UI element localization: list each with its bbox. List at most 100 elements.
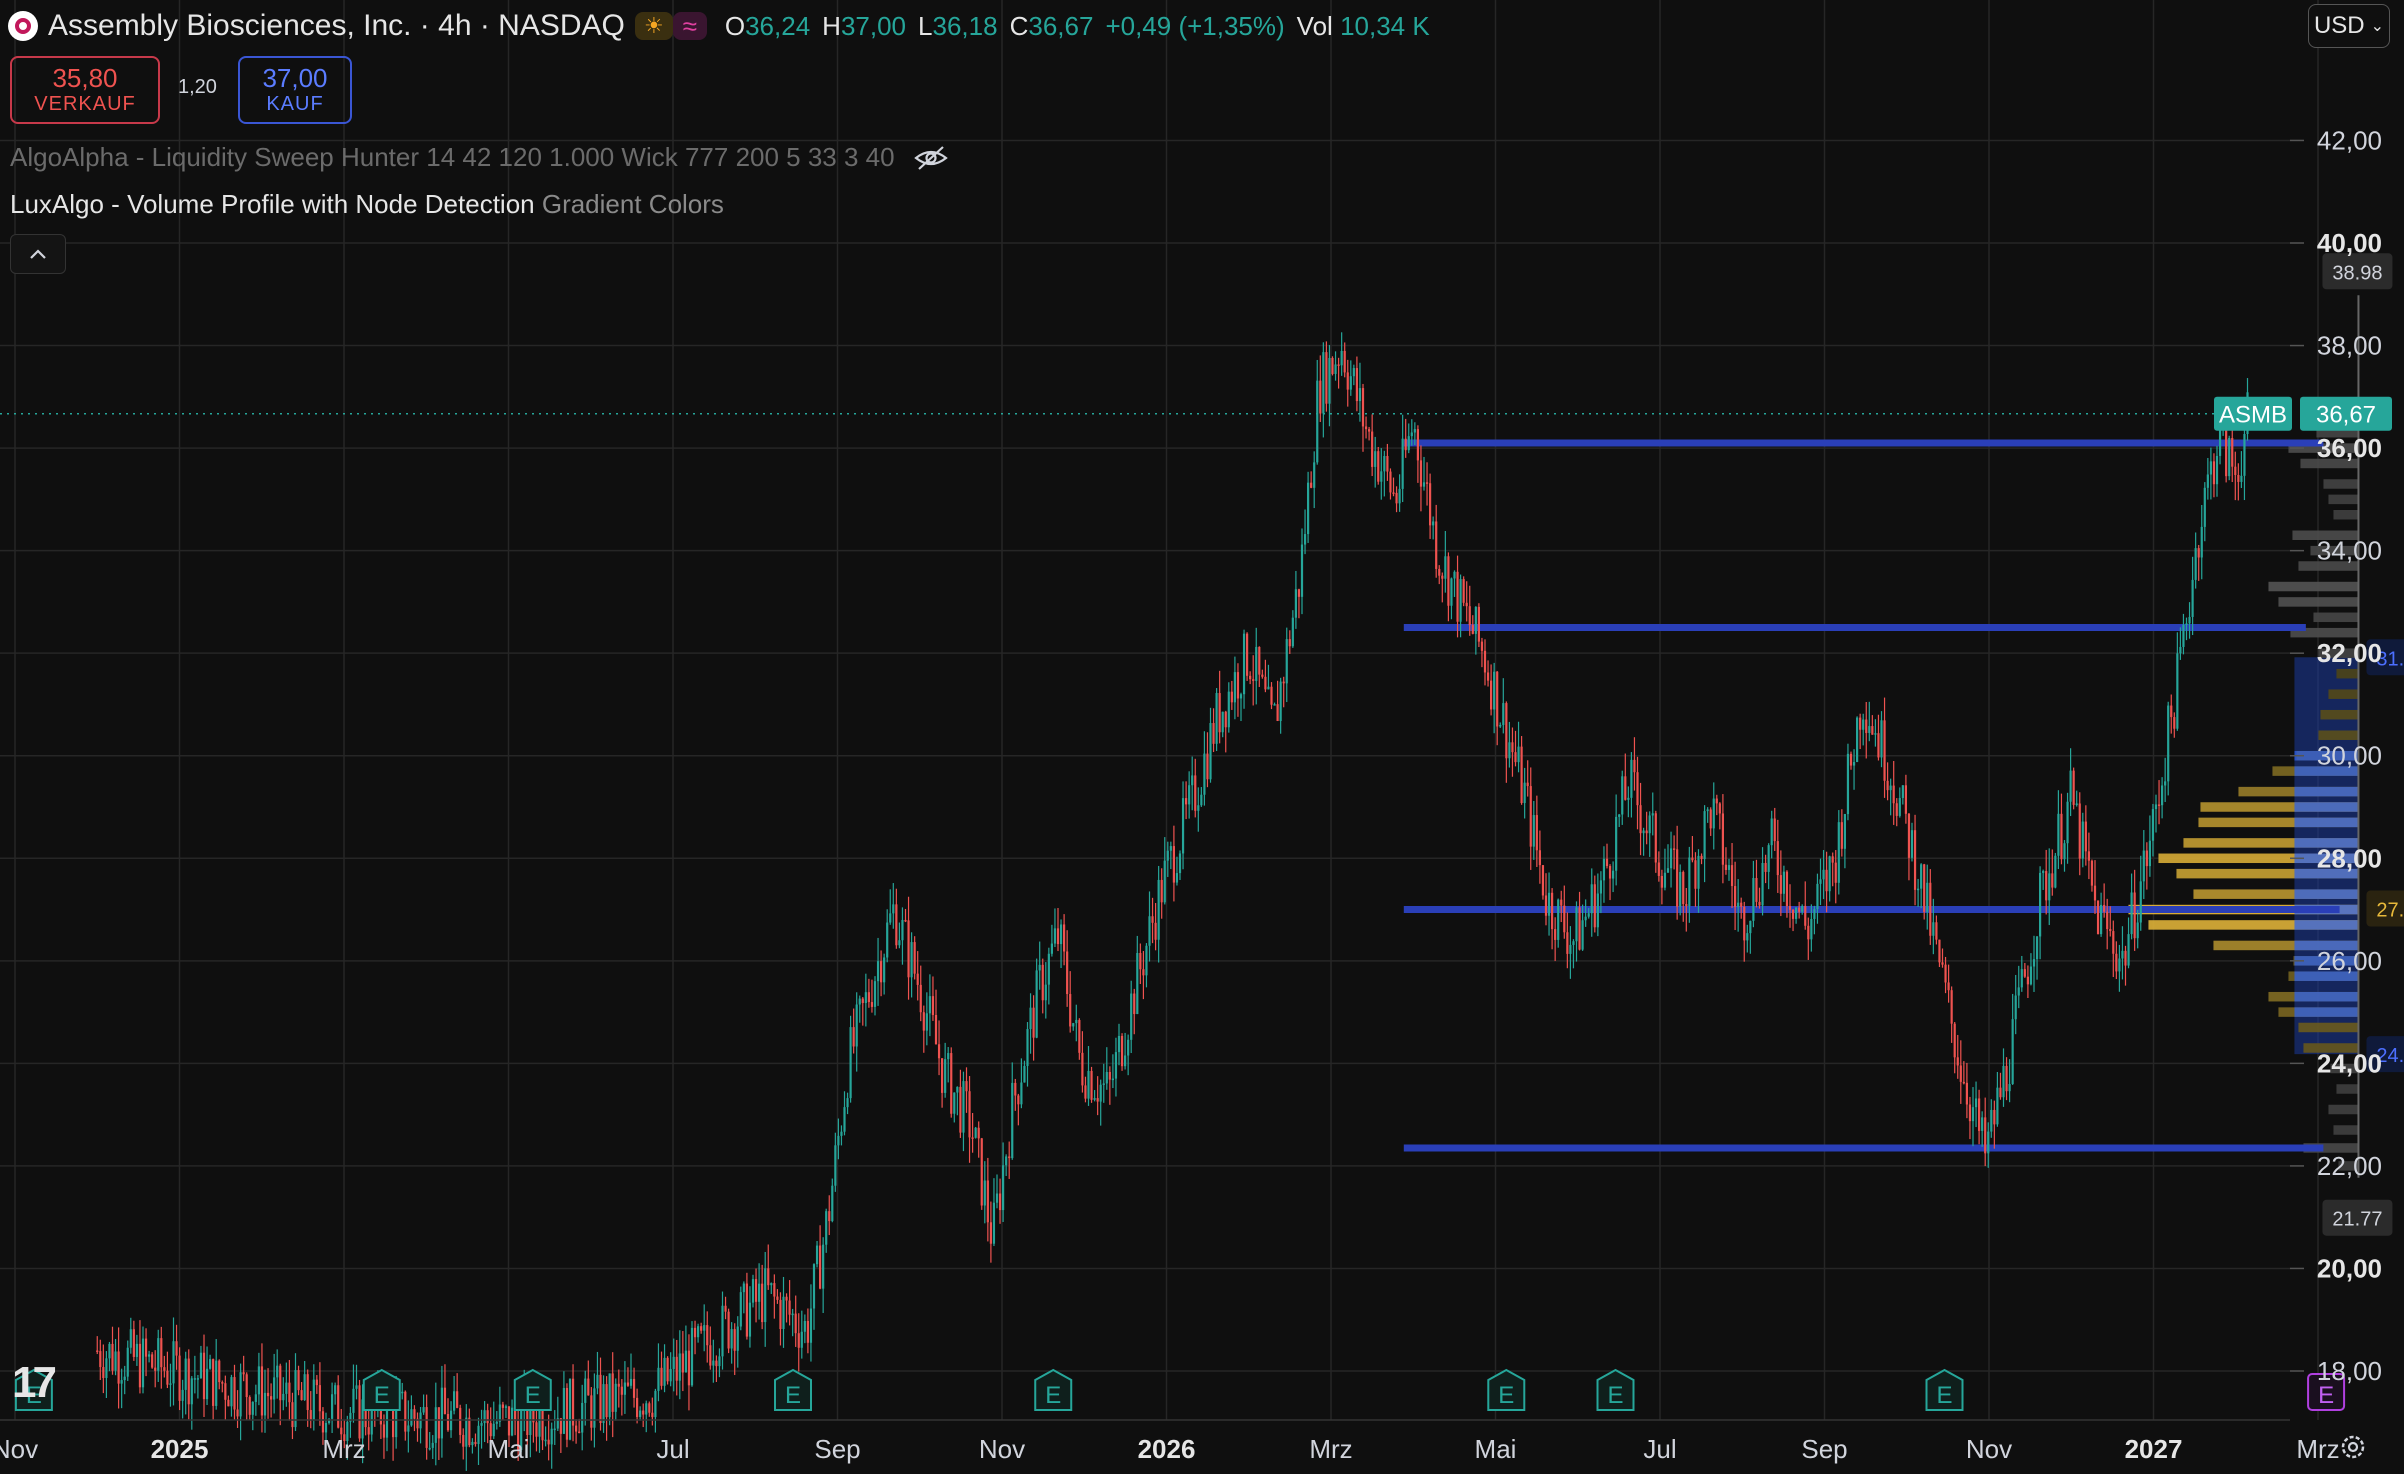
candle-body [105,1358,108,1378]
earnings-icon[interactable]: E [1596,1368,1635,1411]
price-chart[interactable]: 38.9831.9227.0224.1821.77 EEEEEEEEE 42,0… [0,0,2404,1474]
candle-body [825,1211,828,1245]
candle-body [736,1326,739,1351]
candle-body [404,1391,407,1432]
tradingview-logo[interactable]: 17 [12,1358,57,1408]
candle-body [1511,742,1514,753]
candle-body [1310,482,1313,488]
earnings-icon[interactable]: E [774,1368,813,1411]
candle-body [1447,556,1450,606]
candle-body [1361,388,1365,427]
session-sun-icon[interactable]: ☀ [634,12,673,40]
candle-body [2087,851,2090,861]
candle-body [2176,653,2179,729]
value-area-bin [2294,889,2359,899]
candle-body [1066,951,1069,995]
candle-body [1999,1087,2002,1098]
candle-body [797,1333,800,1348]
candle-body [2228,438,2231,477]
candle-body [1660,875,1663,888]
candle-body [135,1343,138,1357]
candle-body [1535,815,1538,851]
company-logo-icon[interactable] [8,11,38,41]
candle-body [1679,871,1682,907]
candle-body [1868,726,1871,733]
volume-bin [2336,1084,2359,1094]
candle-body [1075,1019,1078,1024]
candle-body [1163,860,1166,903]
candle-body [629,1378,633,1386]
candle-body [684,1350,687,1373]
candle-body [1383,456,1386,472]
candle-body [1337,364,1340,366]
candle-body [1712,798,1715,829]
candle-body [1618,814,1621,817]
symbol-title[interactable]: Assembly Biosciences, Inc. · 4h · NASDAQ [48,9,625,43]
candle-body [1456,571,1459,622]
earnings-icon[interactable]: E [1925,1368,1964,1411]
candle-body [2014,995,2017,1020]
candle-body [1645,830,1648,834]
candle-body [242,1372,245,1375]
indicator-volume-profile[interactable]: LuxAlgo - Volume Profile with Node Detec… [10,189,724,220]
spread-value: 1,20 [178,76,217,98]
candle-body [1767,845,1770,872]
candle-body [202,1352,206,1400]
candle-body [102,1367,105,1378]
earnings-icon[interactable]: E [1034,1368,1073,1411]
candle-body [468,1417,471,1446]
candle-body [2167,705,2170,782]
earnings-icon[interactable]: E [362,1368,401,1411]
candle-body [215,1360,218,1406]
candle-body [1874,733,1877,735]
candle-body [1053,928,1057,944]
x-tick-label: Mai [1475,1434,1517,1464]
candle-body [1581,920,1584,950]
candle-body [309,1410,312,1421]
data-wave-icon[interactable]: ≈ [672,11,707,41]
indicator-liquidity-sweep[interactable]: AlgoAlpha - Liquidity Sweep Hunter 14 42… [10,142,949,173]
candle-body [1349,376,1352,390]
candle-body [846,1098,849,1108]
candle-body [721,1305,724,1357]
sell-button[interactable]: 35,80 VERKAUF [10,56,160,124]
candle-body [706,1325,709,1346]
candle-body [1008,1156,1011,1159]
candle-body [657,1367,660,1391]
buy-button[interactable]: 37,00 KAUF [238,56,352,124]
candle-body [956,1086,959,1093]
earnings-icon[interactable]: E [513,1368,552,1411]
earnings-letter: E [2318,1382,2334,1409]
candle-body [1386,456,1389,472]
candle-body [2078,803,2081,859]
collapse-indicators-button[interactable] [10,234,66,274]
candle-body [1285,639,1288,684]
candle-body [382,1424,386,1438]
candle-body [2157,804,2161,806]
candle-body [160,1338,163,1368]
candle-body [971,1137,974,1139]
candle-body [126,1347,129,1377]
candle-body [828,1211,831,1222]
gear-icon[interactable] [2338,1432,2368,1462]
candle-body [1557,899,1560,940]
currency-select[interactable]: USD ⌄ [2308,4,2390,48]
candle-body [1987,1131,1990,1154]
candle-body [998,1193,1002,1211]
candle-body [138,1343,142,1388]
candle-body [178,1355,181,1401]
candle-body [1273,704,1276,706]
candle-body [1194,775,1197,811]
earnings-icon[interactable]: E [1487,1368,1526,1411]
candle-body [151,1354,154,1368]
candle-body [571,1378,575,1426]
candle-body [2118,958,2121,972]
candle-body [1358,388,1362,402]
candle-body [1978,1098,1981,1131]
candle-body [1215,693,1218,744]
candle-body [1191,775,1194,786]
candle-body [596,1374,599,1389]
eye-hidden-icon[interactable] [913,144,949,172]
candle-body [1859,717,1862,730]
candle-body [748,1302,752,1337]
